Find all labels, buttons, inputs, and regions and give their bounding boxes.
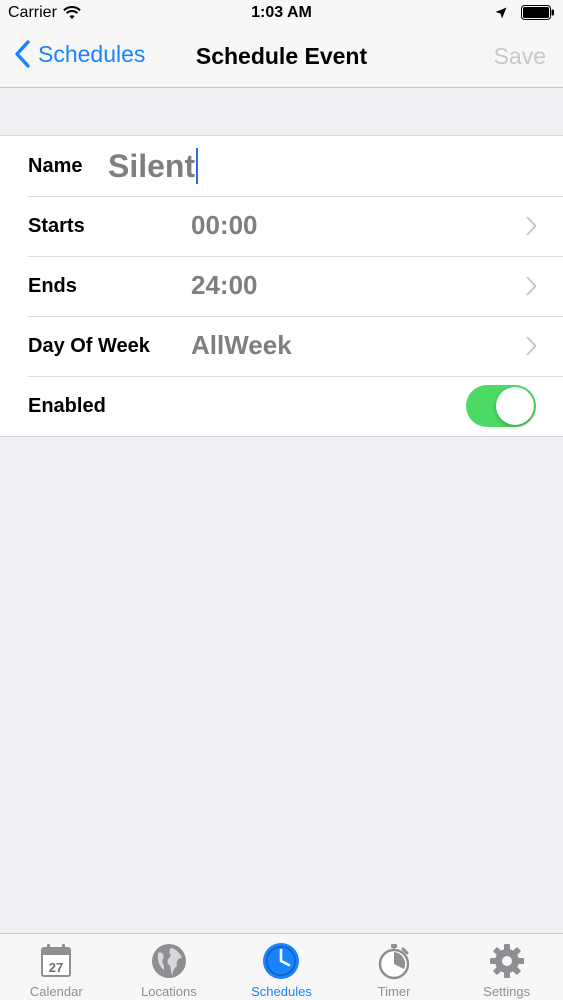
page-title: Schedule Event bbox=[195, 43, 368, 69]
name-input-value: Silent bbox=[108, 147, 196, 184]
navigation-bar: Schedules Schedule Event Save bbox=[0, 28, 563, 88]
clock-icon bbox=[263, 943, 300, 979]
tab-schedules-label: Schedules bbox=[251, 984, 312, 999]
tab-bar: 27 Calendar Locations Schedules Timer Se… bbox=[0, 933, 563, 1000]
name-label: Name bbox=[28, 155, 83, 177]
tab-timer[interactable]: Timer bbox=[338, 934, 451, 1000]
ends-value: 24:00 bbox=[191, 270, 258, 300]
tab-locations-label: Locations bbox=[141, 984, 197, 999]
tab-settings-label: Settings bbox=[483, 984, 531, 999]
save-button[interactable]: Save bbox=[494, 43, 546, 70]
calendar-icon: 27 bbox=[41, 944, 72, 977]
enabled-label: Enabled bbox=[28, 395, 106, 417]
chevron-right-icon bbox=[526, 276, 537, 296]
day-of-week-label: Day Of Week bbox=[28, 335, 150, 357]
stopwatch-icon bbox=[378, 944, 410, 980]
name-input[interactable]: Silent bbox=[108, 146, 199, 186]
ends-label: Ends bbox=[28, 275, 77, 297]
gear-icon bbox=[489, 944, 524, 978]
tab-settings[interactable]: Settings bbox=[450, 934, 563, 1000]
tab-calendar-label: Calendar bbox=[29, 984, 83, 999]
status-time: 1:03 AM bbox=[251, 4, 312, 21]
tab-timer-label: Timer bbox=[377, 984, 411, 999]
globe-icon bbox=[151, 944, 186, 978]
day-of-week-row[interactable]: Day Of Week AllWeek bbox=[0, 316, 563, 376]
schedule-form: Name Silent Starts 00:00 Ends 24:00 Day … bbox=[0, 135, 563, 437]
enabled-row: Enabled bbox=[0, 376, 563, 436]
tab-calendar[interactable]: 27 Calendar bbox=[0, 934, 113, 1000]
enabled-toggle[interactable] bbox=[466, 385, 536, 427]
chevron-right-icon bbox=[526, 216, 537, 236]
toggle-knob bbox=[496, 387, 534, 425]
calendar-icon-day: 27 bbox=[49, 960, 63, 975]
text-caret bbox=[196, 148, 199, 184]
tab-locations[interactable]: Locations bbox=[113, 934, 226, 1000]
name-row: Name Silent bbox=[0, 136, 563, 196]
battery-icon bbox=[521, 5, 554, 20]
starts-label: Starts bbox=[28, 215, 85, 237]
starts-value: 00:00 bbox=[191, 210, 258, 240]
status-bar: Carrier 1:03 AM bbox=[0, 0, 563, 28]
tab-schedules[interactable]: Schedules bbox=[225, 934, 338, 1000]
day-of-week-value: AllWeek bbox=[191, 330, 292, 360]
location-arrow-icon bbox=[495, 7, 507, 18]
starts-row[interactable]: Starts 00:00 bbox=[0, 196, 563, 256]
status-right bbox=[495, 5, 555, 20]
ends-row[interactable]: Ends 24:00 bbox=[0, 256, 563, 316]
chevron-right-icon bbox=[526, 336, 537, 356]
